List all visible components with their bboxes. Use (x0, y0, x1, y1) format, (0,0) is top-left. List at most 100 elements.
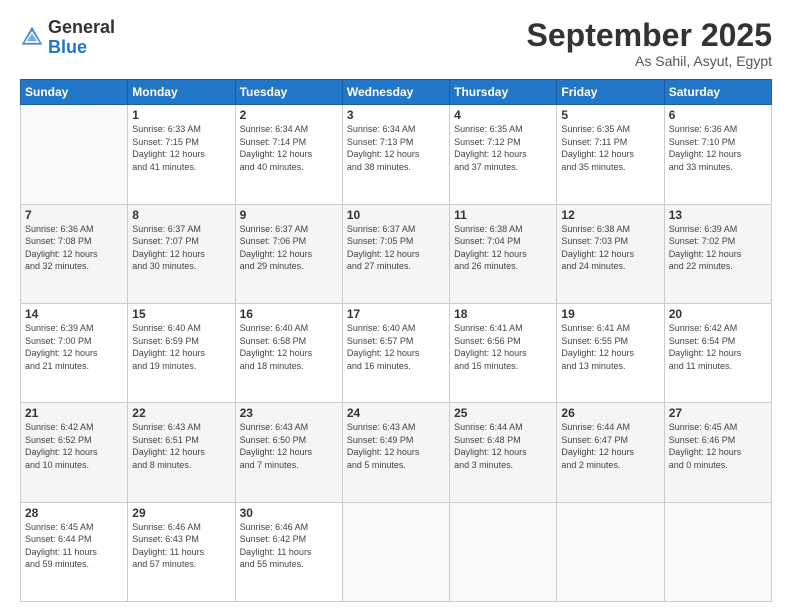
calendar-cell: 27Sunrise: 6:45 AM Sunset: 6:46 PM Dayli… (664, 403, 771, 502)
calendar-cell (342, 502, 449, 601)
calendar-cell: 20Sunrise: 6:42 AM Sunset: 6:54 PM Dayli… (664, 303, 771, 402)
calendar-cell: 9Sunrise: 6:37 AM Sunset: 7:06 PM Daylig… (235, 204, 342, 303)
calendar-cell: 18Sunrise: 6:41 AM Sunset: 6:56 PM Dayli… (450, 303, 557, 402)
day-number: 3 (347, 108, 445, 122)
day-header-friday: Friday (557, 80, 664, 105)
day-number: 10 (347, 208, 445, 222)
calendar-week-row: 21Sunrise: 6:42 AM Sunset: 6:52 PM Dayli… (21, 403, 772, 502)
day-info: Sunrise: 6:41 AM Sunset: 6:55 PM Dayligh… (561, 322, 659, 372)
day-number: 6 (669, 108, 767, 122)
calendar-cell: 5Sunrise: 6:35 AM Sunset: 7:11 PM Daylig… (557, 105, 664, 204)
day-number: 5 (561, 108, 659, 122)
day-header-saturday: Saturday (664, 80, 771, 105)
day-info: Sunrise: 6:37 AM Sunset: 7:05 PM Dayligh… (347, 223, 445, 273)
location: As Sahil, Asyut, Egypt (527, 53, 772, 69)
day-number: 20 (669, 307, 767, 321)
calendar-cell (21, 105, 128, 204)
day-info: Sunrise: 6:43 AM Sunset: 6:50 PM Dayligh… (240, 421, 338, 471)
logo-text: General Blue (48, 18, 115, 58)
calendar-cell: 21Sunrise: 6:42 AM Sunset: 6:52 PM Dayli… (21, 403, 128, 502)
day-info: Sunrise: 6:45 AM Sunset: 6:44 PM Dayligh… (25, 521, 123, 571)
day-number: 2 (240, 108, 338, 122)
calendar-table: SundayMondayTuesdayWednesdayThursdayFrid… (20, 79, 772, 602)
title-block: September 2025 As Sahil, Asyut, Egypt (527, 18, 772, 69)
day-number: 4 (454, 108, 552, 122)
day-number: 15 (132, 307, 230, 321)
calendar-cell: 19Sunrise: 6:41 AM Sunset: 6:55 PM Dayli… (557, 303, 664, 402)
calendar-cell: 3Sunrise: 6:34 AM Sunset: 7:13 PM Daylig… (342, 105, 449, 204)
calendar-cell: 4Sunrise: 6:35 AM Sunset: 7:12 PM Daylig… (450, 105, 557, 204)
calendar-cell: 2Sunrise: 6:34 AM Sunset: 7:14 PM Daylig… (235, 105, 342, 204)
calendar-cell: 12Sunrise: 6:38 AM Sunset: 7:03 PM Dayli… (557, 204, 664, 303)
calendar-cell: 25Sunrise: 6:44 AM Sunset: 6:48 PM Dayli… (450, 403, 557, 502)
calendar-week-row: 28Sunrise: 6:45 AM Sunset: 6:44 PM Dayli… (21, 502, 772, 601)
calendar-cell: 6Sunrise: 6:36 AM Sunset: 7:10 PM Daylig… (664, 105, 771, 204)
day-info: Sunrise: 6:45 AM Sunset: 6:46 PM Dayligh… (669, 421, 767, 471)
day-info: Sunrise: 6:43 AM Sunset: 6:49 PM Dayligh… (347, 421, 445, 471)
day-info: Sunrise: 6:42 AM Sunset: 6:54 PM Dayligh… (669, 322, 767, 372)
calendar-cell: 7Sunrise: 6:36 AM Sunset: 7:08 PM Daylig… (21, 204, 128, 303)
day-number: 18 (454, 307, 552, 321)
logo: General Blue (20, 18, 115, 58)
day-header-thursday: Thursday (450, 80, 557, 105)
day-info: Sunrise: 6:43 AM Sunset: 6:51 PM Dayligh… (132, 421, 230, 471)
calendar-week-row: 1Sunrise: 6:33 AM Sunset: 7:15 PM Daylig… (21, 105, 772, 204)
header-row: SundayMondayTuesdayWednesdayThursdayFrid… (21, 80, 772, 105)
day-info: Sunrise: 6:46 AM Sunset: 6:42 PM Dayligh… (240, 521, 338, 571)
calendar-cell: 11Sunrise: 6:38 AM Sunset: 7:04 PM Dayli… (450, 204, 557, 303)
calendar-cell: 13Sunrise: 6:39 AM Sunset: 7:02 PM Dayli… (664, 204, 771, 303)
day-info: Sunrise: 6:35 AM Sunset: 7:12 PM Dayligh… (454, 123, 552, 173)
calendar-cell: 14Sunrise: 6:39 AM Sunset: 7:00 PM Dayli… (21, 303, 128, 402)
day-info: Sunrise: 6:39 AM Sunset: 7:02 PM Dayligh… (669, 223, 767, 273)
day-header-sunday: Sunday (21, 80, 128, 105)
calendar-cell: 28Sunrise: 6:45 AM Sunset: 6:44 PM Dayli… (21, 502, 128, 601)
day-info: Sunrise: 6:37 AM Sunset: 7:06 PM Dayligh… (240, 223, 338, 273)
calendar-week-row: 7Sunrise: 6:36 AM Sunset: 7:08 PM Daylig… (21, 204, 772, 303)
day-info: Sunrise: 6:42 AM Sunset: 6:52 PM Dayligh… (25, 421, 123, 471)
calendar-cell: 17Sunrise: 6:40 AM Sunset: 6:57 PM Dayli… (342, 303, 449, 402)
day-number: 1 (132, 108, 230, 122)
day-number: 19 (561, 307, 659, 321)
day-number: 12 (561, 208, 659, 222)
calendar-cell: 22Sunrise: 6:43 AM Sunset: 6:51 PM Dayli… (128, 403, 235, 502)
day-info: Sunrise: 6:34 AM Sunset: 7:14 PM Dayligh… (240, 123, 338, 173)
day-info: Sunrise: 6:40 AM Sunset: 6:59 PM Dayligh… (132, 322, 230, 372)
day-info: Sunrise: 6:40 AM Sunset: 6:57 PM Dayligh… (347, 322, 445, 372)
calendar-cell: 29Sunrise: 6:46 AM Sunset: 6:43 PM Dayli… (128, 502, 235, 601)
day-header-monday: Monday (128, 80, 235, 105)
calendar-week-row: 14Sunrise: 6:39 AM Sunset: 7:00 PM Dayli… (21, 303, 772, 402)
day-number: 13 (669, 208, 767, 222)
month-title: September 2025 (527, 18, 772, 53)
logo-blue-text: Blue (48, 37, 87, 57)
day-info: Sunrise: 6:38 AM Sunset: 7:04 PM Dayligh… (454, 223, 552, 273)
calendar-cell (557, 502, 664, 601)
day-info: Sunrise: 6:40 AM Sunset: 6:58 PM Dayligh… (240, 322, 338, 372)
day-number: 16 (240, 307, 338, 321)
logo-general-text: General (48, 17, 115, 37)
day-header-tuesday: Tuesday (235, 80, 342, 105)
calendar-page: General Blue September 2025 As Sahil, As… (0, 0, 792, 612)
day-number: 23 (240, 406, 338, 420)
day-info: Sunrise: 6:35 AM Sunset: 7:11 PM Dayligh… (561, 123, 659, 173)
day-info: Sunrise: 6:38 AM Sunset: 7:03 PM Dayligh… (561, 223, 659, 273)
calendar-cell: 8Sunrise: 6:37 AM Sunset: 7:07 PM Daylig… (128, 204, 235, 303)
day-number: 11 (454, 208, 552, 222)
calendar-cell (664, 502, 771, 601)
day-info: Sunrise: 6:34 AM Sunset: 7:13 PM Dayligh… (347, 123, 445, 173)
calendar-cell: 24Sunrise: 6:43 AM Sunset: 6:49 PM Dayli… (342, 403, 449, 502)
day-header-wednesday: Wednesday (342, 80, 449, 105)
calendar-cell: 15Sunrise: 6:40 AM Sunset: 6:59 PM Dayli… (128, 303, 235, 402)
day-number: 29 (132, 506, 230, 520)
calendar-cell: 16Sunrise: 6:40 AM Sunset: 6:58 PM Dayli… (235, 303, 342, 402)
day-info: Sunrise: 6:41 AM Sunset: 6:56 PM Dayligh… (454, 322, 552, 372)
logo-icon (20, 24, 44, 48)
calendar-cell: 1Sunrise: 6:33 AM Sunset: 7:15 PM Daylig… (128, 105, 235, 204)
header: General Blue September 2025 As Sahil, As… (20, 18, 772, 69)
day-number: 30 (240, 506, 338, 520)
day-number: 8 (132, 208, 230, 222)
calendar-cell: 30Sunrise: 6:46 AM Sunset: 6:42 PM Dayli… (235, 502, 342, 601)
day-info: Sunrise: 6:37 AM Sunset: 7:07 PM Dayligh… (132, 223, 230, 273)
day-number: 24 (347, 406, 445, 420)
day-info: Sunrise: 6:39 AM Sunset: 7:00 PM Dayligh… (25, 322, 123, 372)
day-number: 26 (561, 406, 659, 420)
